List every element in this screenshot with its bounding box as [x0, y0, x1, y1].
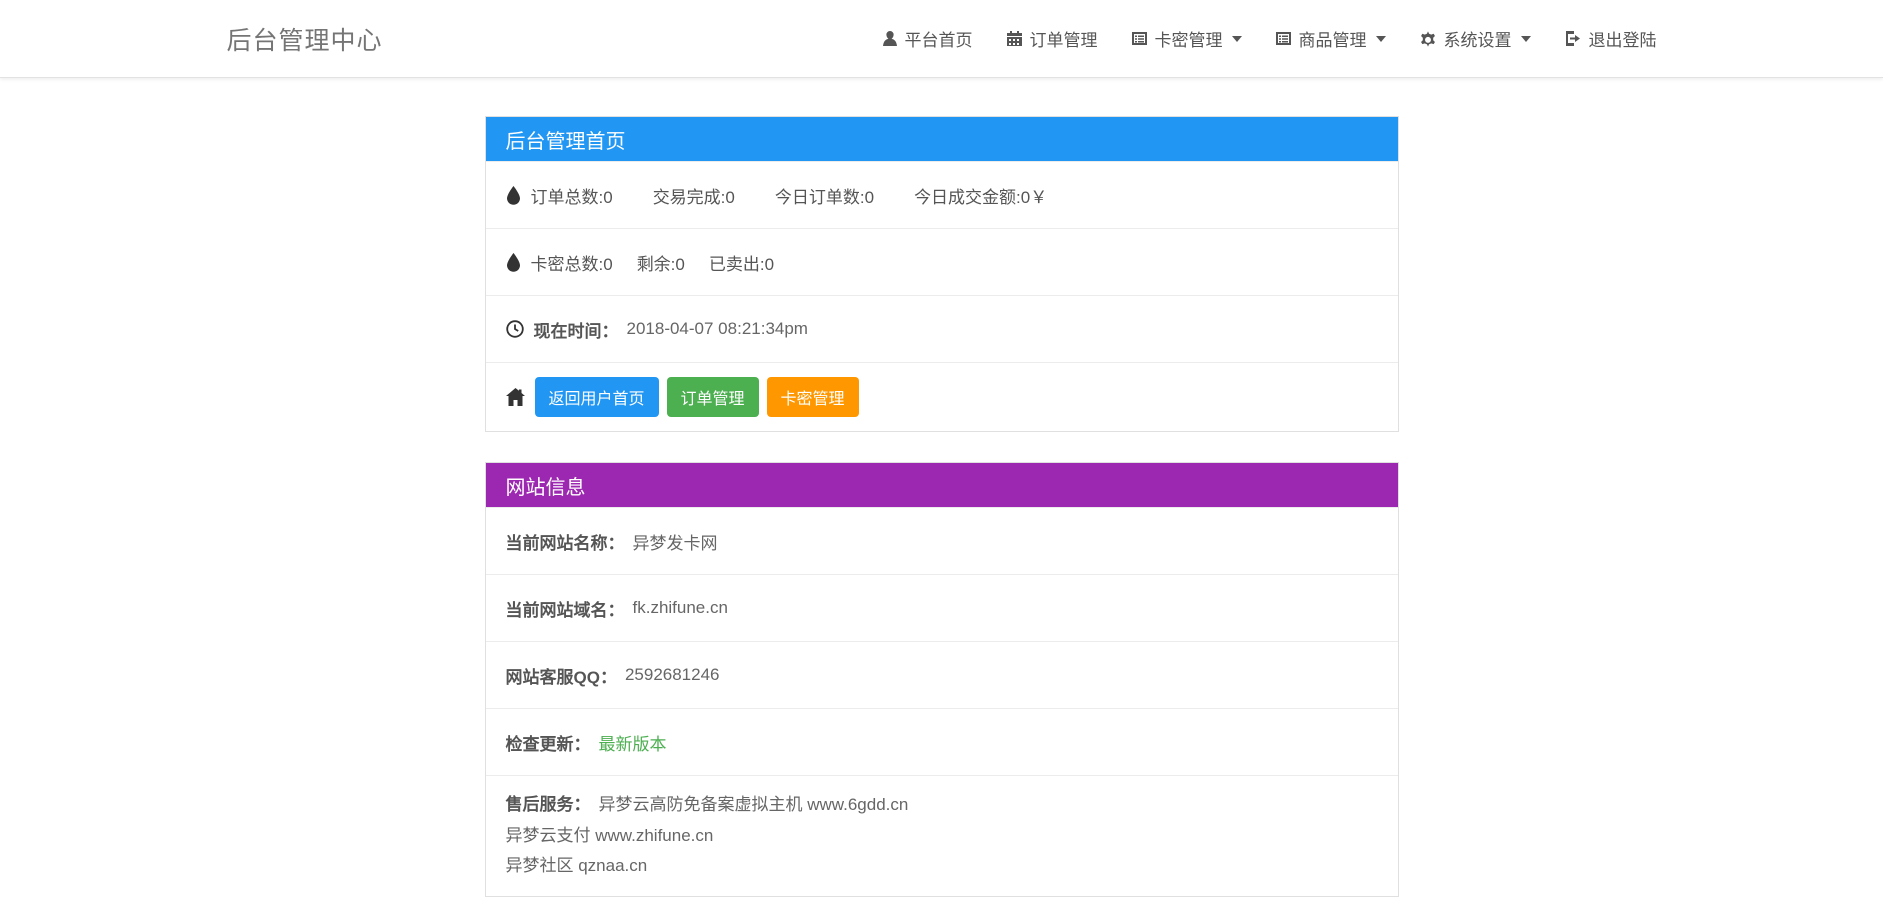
dashboard-panel-header: 后台管理首页	[486, 117, 1398, 161]
nav-item-label: 平台首页	[905, 26, 973, 51]
stat-card-sold: 已卖出:0	[709, 250, 774, 275]
nav-item-label: 卡密管理	[1155, 26, 1223, 51]
main-content: 后台管理首页 订单总数:0 交易完成:0 今日订单数:0 今日成交金额:0￥ 卡…	[0, 78, 1883, 897]
site-info-panel-header: 网站信息	[486, 463, 1398, 507]
nav-item-logout[interactable]: 退出登陆	[1564, 26, 1657, 51]
site-domain-row: 当前网站域名： fk.zhifune.cn	[486, 574, 1398, 641]
site-name-value: 异梦发卡网	[633, 529, 718, 554]
nav-item-label: 商品管理	[1299, 26, 1367, 51]
stat-order-total: 订单总数:0	[531, 183, 613, 208]
app-title[interactable]: 后台管理中心	[227, 21, 383, 57]
after-sales-label: 售后服务：	[506, 790, 591, 821]
nav-item-card-management[interactable]: 卡密管理	[1131, 26, 1242, 51]
after-sales-line3: 异梦社区 qznaa.cn	[506, 851, 909, 882]
dashboard-panel-title: 后台管理首页	[506, 125, 626, 154]
site-name-row: 当前网站名称： 异梦发卡网	[486, 507, 1398, 574]
nav-item-order-management[interactable]: 订单管理	[1006, 26, 1098, 51]
service-qq-row: 网站客服QQ： 2592681246	[486, 641, 1398, 708]
card-management-button[interactable]: 卡密管理	[767, 377, 859, 417]
check-update-row: 检查更新： 最新版本	[486, 708, 1398, 775]
stat-today-amount: 今日成交金额:0￥	[914, 183, 1047, 208]
signout-icon	[1564, 30, 1582, 47]
nav-item-product-management[interactable]: 商品管理	[1275, 26, 1386, 51]
home-icon	[506, 388, 525, 406]
drop-icon	[506, 253, 521, 272]
drop-icon	[506, 186, 521, 205]
latest-version-link[interactable]: 最新版本	[599, 730, 667, 755]
list-icon	[1275, 30, 1292, 47]
user-icon	[882, 30, 898, 47]
site-domain-value: fk.zhifune.cn	[633, 598, 728, 618]
time-value: 2018-04-07 08:21:34pm	[627, 319, 808, 339]
back-to-user-home-button[interactable]: 返回用户首页	[535, 377, 659, 417]
clock-icon	[506, 320, 524, 338]
after-sales-row: 售后服务： 异梦云高防免备案虚拟主机 www.6gdd.cn 异梦云支付 www…	[486, 775, 1398, 896]
service-qq-label: 网站客服QQ：	[506, 663, 617, 688]
after-sales-content: 售后服务： 异梦云高防免备案虚拟主机 www.6gdd.cn 异梦云支付 www…	[506, 790, 909, 882]
current-time-row: 现在时间： 2018-04-07 08:21:34pm	[486, 295, 1398, 362]
order-stats: 订单总数:0 交易完成:0 今日订单数:0 今日成交金额:0￥	[531, 183, 1048, 208]
nav-item-label: 退出登陆	[1589, 26, 1657, 51]
time-label: 现在时间：	[534, 317, 619, 342]
nav-item-label: 系统设置	[1444, 26, 1512, 51]
card-stats-row: 卡密总数:0 剩余:0 已卖出:0	[486, 228, 1398, 295]
navbar-container: 后台管理中心 平台首页 订单管理 卡密管理	[227, 0, 1657, 77]
top-navbar: 后台管理中心 平台首页 订单管理 卡密管理	[0, 0, 1883, 78]
gear-icon	[1419, 30, 1437, 48]
after-sales-line1: 异梦云高防免备案虚拟主机 www.6gdd.cn	[599, 790, 909, 821]
nav-item-system-settings[interactable]: 系统设置	[1419, 26, 1531, 51]
site-info-panel: 网站信息 当前网站名称： 异梦发卡网 当前网站域名： fk.zhifune.cn…	[485, 462, 1399, 897]
card-stats: 卡密总数:0 剩余:0 已卖出:0	[531, 250, 775, 275]
order-stats-row: 订单总数:0 交易完成:0 今日订单数:0 今日成交金额:0￥	[486, 161, 1398, 228]
check-update-label: 检查更新：	[506, 730, 591, 755]
chevron-down-icon	[1232, 36, 1242, 42]
order-management-button[interactable]: 订单管理	[667, 377, 759, 417]
nav-menu: 平台首页 订单管理 卡密管理 商品管理	[882, 26, 1657, 51]
chevron-down-icon	[1521, 36, 1531, 42]
chevron-down-icon	[1376, 36, 1386, 42]
nav-item-label: 订单管理	[1030, 26, 1098, 51]
quick-links-row: 返回用户首页 订单管理 卡密管理	[486, 362, 1398, 431]
stat-card-remaining: 剩余:0	[637, 250, 685, 275]
service-qq-value: 2592681246	[625, 665, 720, 685]
dashboard-panel: 后台管理首页 订单总数:0 交易完成:0 今日订单数:0 今日成交金额:0￥ 卡…	[485, 116, 1399, 432]
list-icon	[1131, 30, 1148, 47]
stat-trade-complete: 交易完成:0	[653, 183, 735, 208]
nav-item-platform-home[interactable]: 平台首页	[882, 26, 973, 51]
site-info-panel-title: 网站信息	[506, 471, 586, 500]
site-domain-label: 当前网站域名：	[506, 596, 625, 621]
stat-today-orders: 今日订单数:0	[775, 183, 874, 208]
calendar-icon	[1006, 30, 1023, 47]
stat-card-total: 卡密总数:0	[531, 250, 613, 275]
site-name-label: 当前网站名称：	[506, 529, 625, 554]
after-sales-line2: 异梦云支付 www.zhifune.cn	[506, 821, 909, 852]
